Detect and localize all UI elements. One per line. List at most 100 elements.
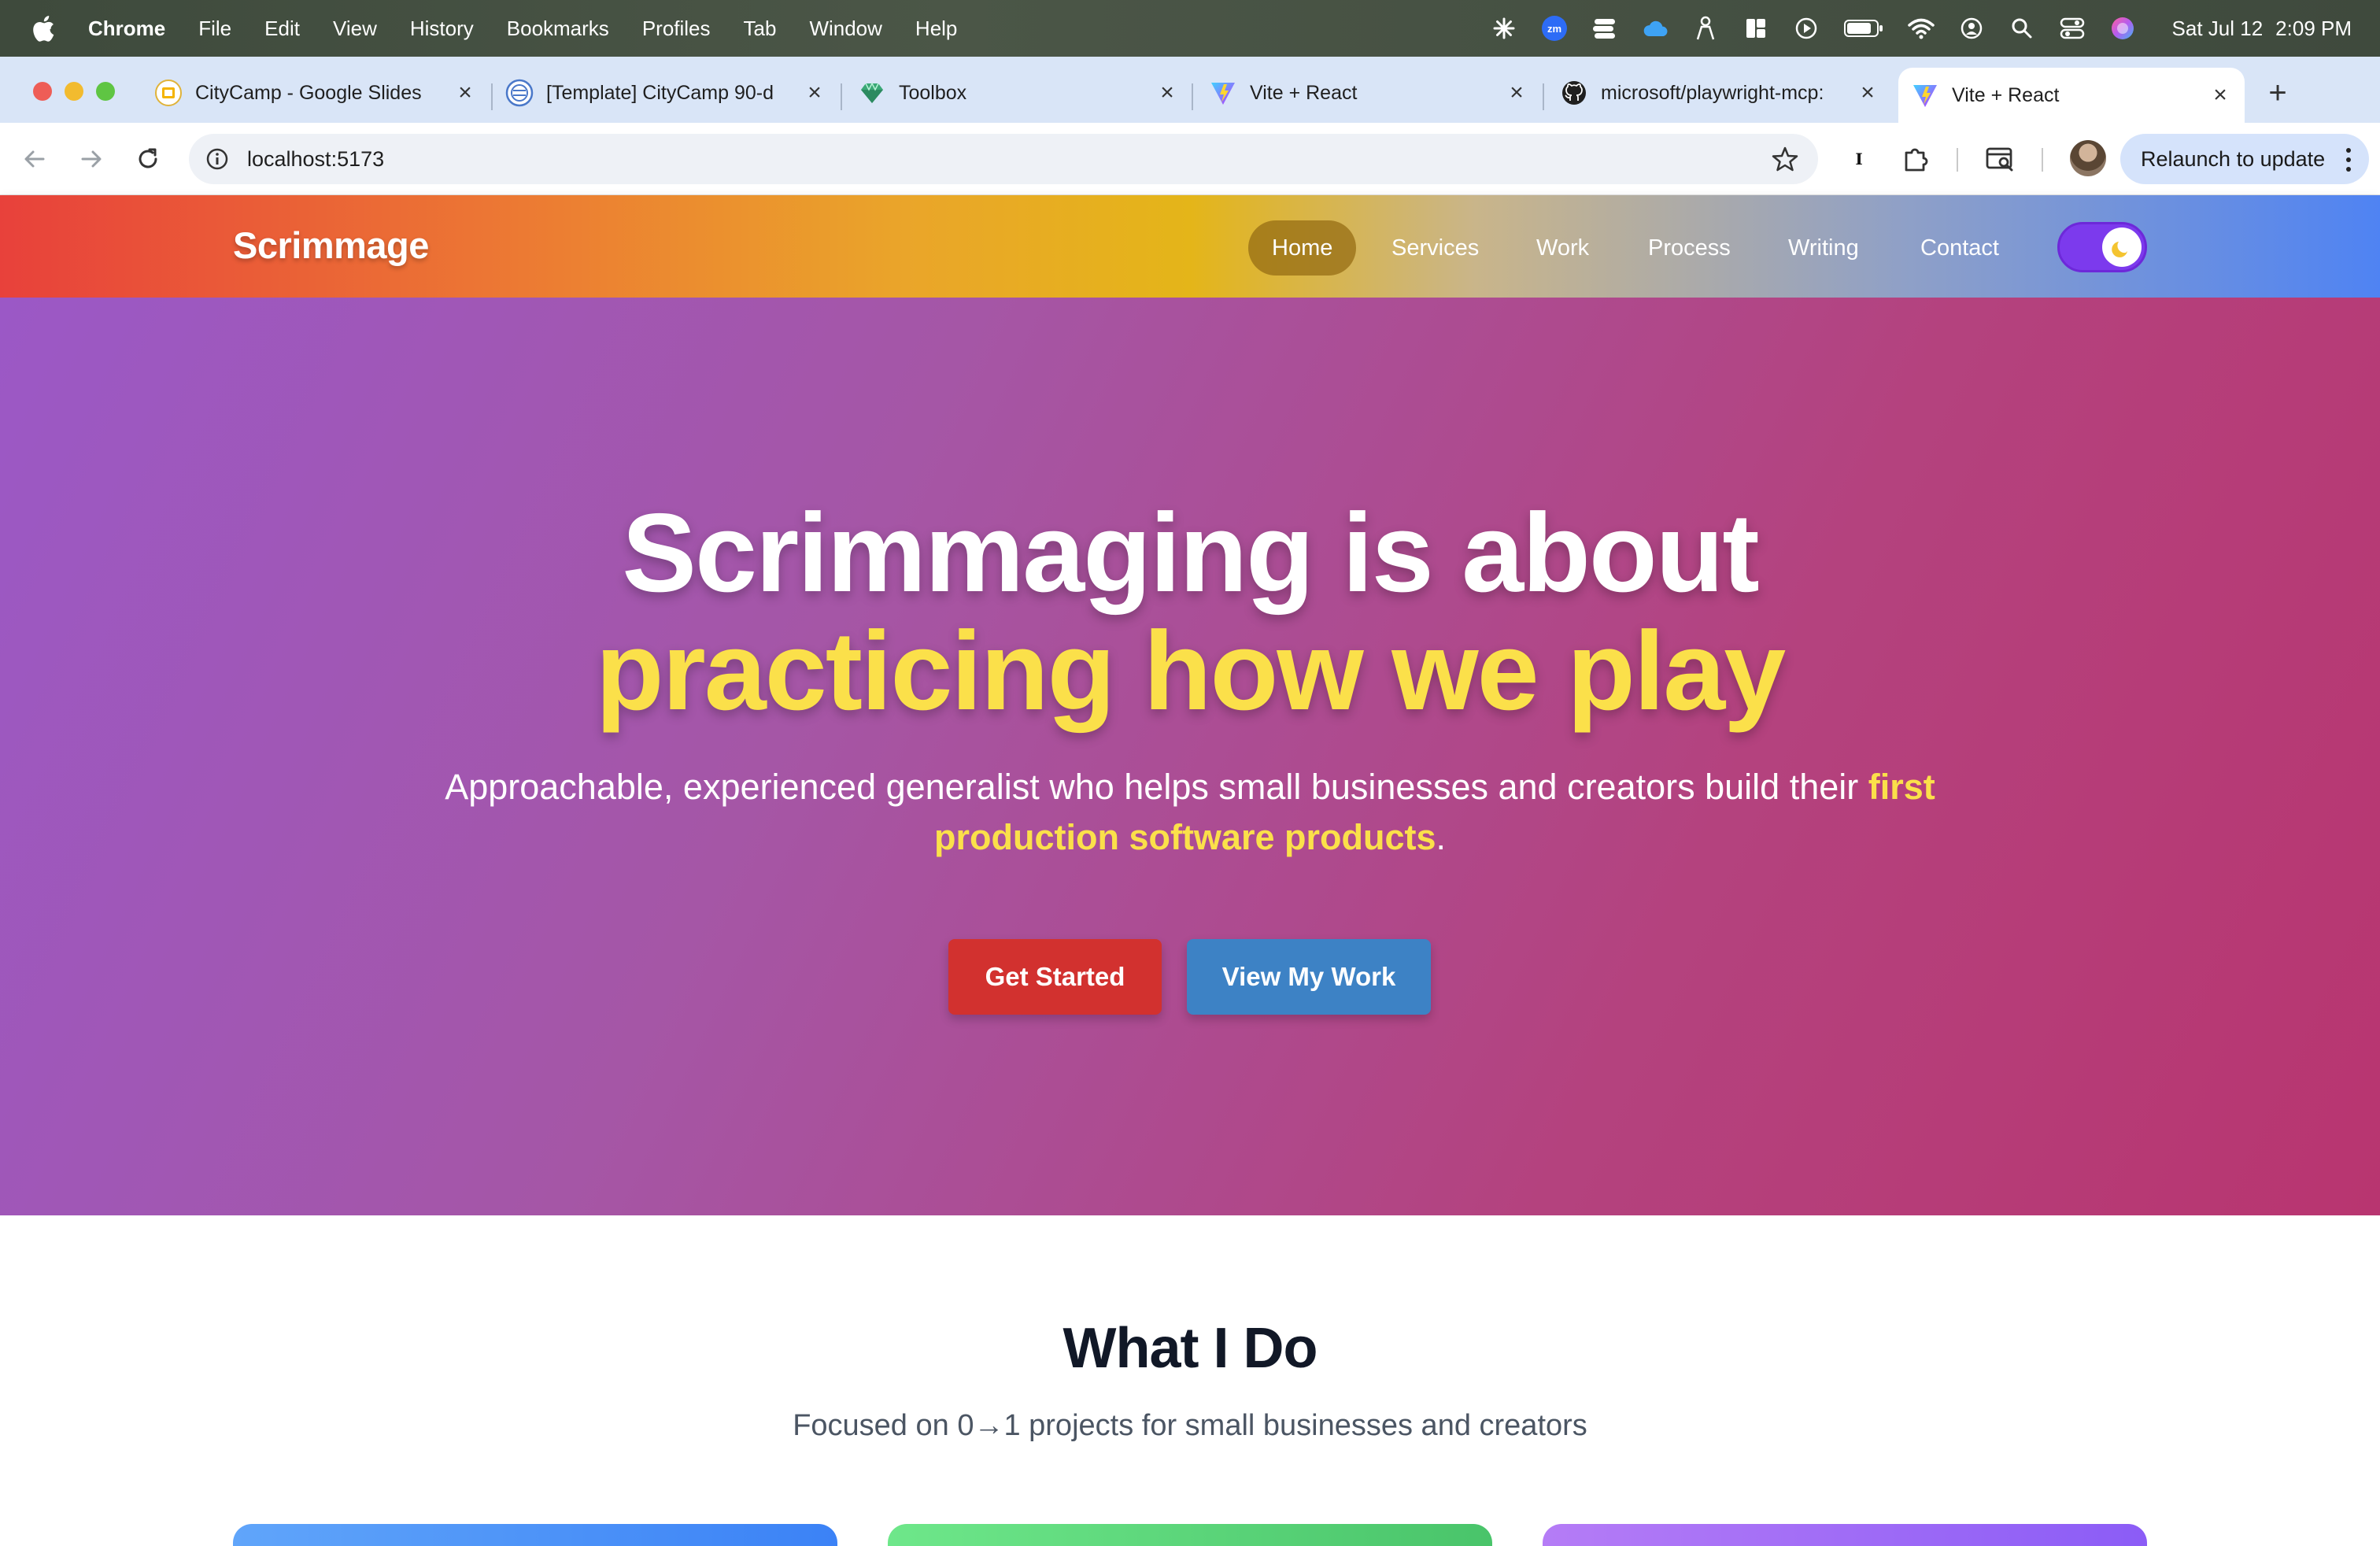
nav-services[interactable]: Services	[1368, 220, 1502, 276]
asterisk-icon[interactable]	[1491, 15, 1517, 42]
forward-button[interactable]	[74, 142, 109, 176]
user-circle-icon[interactable]	[1958, 15, 1985, 42]
menu-history[interactable]: History	[410, 17, 474, 41]
status-bar: zm Sat Jul 12 2:09 PM	[1491, 0, 2380, 57]
menu-file[interactable]: File	[198, 17, 231, 41]
tab-vite-react-active[interactable]: Vite + React ×	[1898, 68, 2245, 123]
play-icon[interactable]	[1793, 15, 1820, 42]
layout-icon[interactable]	[1743, 15, 1769, 42]
hero-section: Scrimmaging is about practicing how we p…	[0, 298, 2380, 1215]
wifi-icon[interactable]	[1907, 15, 1935, 42]
moon-icon	[2102, 227, 2142, 267]
tab-close-icon[interactable]: ×	[1505, 81, 1528, 105]
hero-title-line1: Scrimmaging is about	[622, 490, 1759, 616]
menu-tab[interactable]: Tab	[744, 17, 777, 41]
browser-toolbar: localhost:5173 I Relaunch to update	[0, 123, 2380, 195]
menu-app-name[interactable]: Chrome	[88, 17, 165, 41]
profile-avatar[interactable]	[2070, 140, 2106, 176]
nav-writing[interactable]: Writing	[1765, 220, 1883, 276]
menu-bookmarks[interactable]: Bookmarks	[507, 17, 609, 41]
close-window-button[interactable]	[33, 82, 52, 101]
service-card[interactable]	[233, 1524, 837, 1546]
site-info-icon[interactable]	[205, 146, 230, 172]
nav-home[interactable]: Home	[1248, 220, 1357, 276]
vite-icon	[1209, 79, 1237, 107]
battery-icon[interactable]	[1843, 15, 1884, 42]
reload-button[interactable]	[131, 142, 165, 176]
service-card[interactable]	[1543, 1524, 2147, 1546]
tab-separator	[841, 83, 842, 110]
extensions-puzzle-icon[interactable]	[1900, 143, 1931, 175]
toolbar-separator	[1957, 148, 1958, 172]
hero-title-line2: practicing how we play	[595, 608, 1786, 734]
tab-search-icon[interactable]	[1985, 143, 2016, 175]
site-logo[interactable]: Scrimmage	[233, 224, 429, 267]
tab-close-icon[interactable]: ×	[2208, 83, 2232, 107]
hero-subtitle: Approachable, experienced generalist who…	[441, 762, 1939, 863]
tab-close-icon[interactable]: ×	[1155, 81, 1179, 105]
clock-date: Sat Jul 12	[2171, 16, 2264, 40]
github-icon	[1560, 79, 1588, 107]
back-button[interactable]	[17, 142, 52, 176]
vite-icon	[1911, 81, 1939, 109]
tab-close-icon[interactable]: ×	[453, 81, 477, 105]
bookmark-star-icon[interactable]	[1771, 145, 1799, 173]
tab-title: CityCamp - Google Slides	[195, 81, 422, 104]
hero-title: Scrimmaging is about practicing how we p…	[0, 494, 2380, 730]
menu-clock[interactable]: Sat Jul 12 2:09 PM	[2160, 17, 2352, 41]
search-icon[interactable]	[2009, 15, 2035, 42]
tab-title: Vite + React	[1952, 83, 2060, 106]
relaunch-to-update-button[interactable]: Relaunch to update	[2120, 134, 2369, 184]
minimize-window-button[interactable]	[65, 82, 83, 101]
clock-time: 2:09 PM	[2275, 16, 2352, 40]
macos-menu-bar: Chrome File Edit View History Bookmarks …	[0, 0, 2380, 57]
menu-edit[interactable]: Edit	[264, 17, 300, 41]
hero-subtitle-text: Approachable, experienced generalist who…	[445, 767, 1868, 807]
nav-contact[interactable]: Contact	[1897, 220, 2023, 276]
address-bar[interactable]: localhost:5173	[189, 134, 1818, 184]
tab-toolbox[interactable]: Toolbox ×	[858, 68, 1179, 118]
gem-icon	[858, 79, 886, 107]
tab-playwright-mcp[interactable]: microsoft/playwright-mcp: ×	[1560, 68, 1879, 118]
tab-title: microsoft/playwright-mcp:	[1601, 81, 1824, 104]
url-text: localhost:5173	[247, 146, 385, 171]
menu-view[interactable]: View	[333, 17, 377, 41]
tab-close-icon[interactable]: ×	[803, 81, 826, 105]
cloud-icon[interactable]	[1642, 15, 1669, 42]
globe-icon	[505, 79, 534, 107]
toolbar-separator	[2042, 148, 2043, 172]
tab-title: Vite + React	[1250, 81, 1358, 104]
menu-profiles[interactable]: Profiles	[642, 17, 711, 41]
person-icon[interactable]	[1692, 15, 1719, 42]
siri-icon[interactable]	[2109, 15, 2136, 42]
extension-i-icon[interactable]: I	[1843, 143, 1875, 175]
nav-work[interactable]: Work	[1513, 220, 1613, 276]
tab-vite-react-1[interactable]: Vite + React ×	[1209, 68, 1528, 118]
hero-subtitle-end: .	[1436, 817, 1447, 857]
apple-menu-icon[interactable]	[31, 15, 55, 42]
stack-icon[interactable]	[1591, 15, 1618, 42]
tab-separator	[1192, 83, 1193, 110]
zoom-window-button[interactable]	[96, 82, 115, 101]
site-header: Scrimmage Home Services Work Process Wri…	[0, 195, 2380, 298]
new-tab-button[interactable]: +	[2259, 74, 2297, 112]
control-center-icon[interactable]	[2059, 15, 2086, 42]
nav-process[interactable]: Process	[1624, 220, 1754, 276]
svg-text:zm: zm	[1547, 23, 1561, 35]
menu-help[interactable]: Help	[915, 17, 957, 41]
service-card[interactable]	[888, 1524, 1492, 1546]
view-my-work-button[interactable]: View My Work	[1187, 939, 1431, 1015]
window-controls	[33, 82, 128, 101]
what-i-do-title: What I Do	[1062, 1317, 1318, 1380]
menu-window[interactable]: Window	[809, 17, 881, 41]
more-options-icon[interactable]	[2345, 148, 2352, 172]
tab-citycamp-slides[interactable]: CityCamp - Google Slides ×	[154, 68, 477, 118]
zoom-icon[interactable]: zm	[1541, 15, 1568, 42]
what-i-do-subtitle: Focused on 0→1 projects for small busine…	[793, 1409, 1587, 1442]
theme-toggle[interactable]	[2057, 222, 2147, 272]
svg-text:I: I	[1855, 150, 1862, 168]
relaunch-label: Relaunch to update	[2141, 146, 2326, 171]
get-started-button[interactable]: Get Started	[948, 939, 1162, 1015]
tab-template-citycamp[interactable]: [Template] CityCamp 90-d ×	[505, 68, 826, 118]
tab-close-icon[interactable]: ×	[1856, 81, 1879, 105]
